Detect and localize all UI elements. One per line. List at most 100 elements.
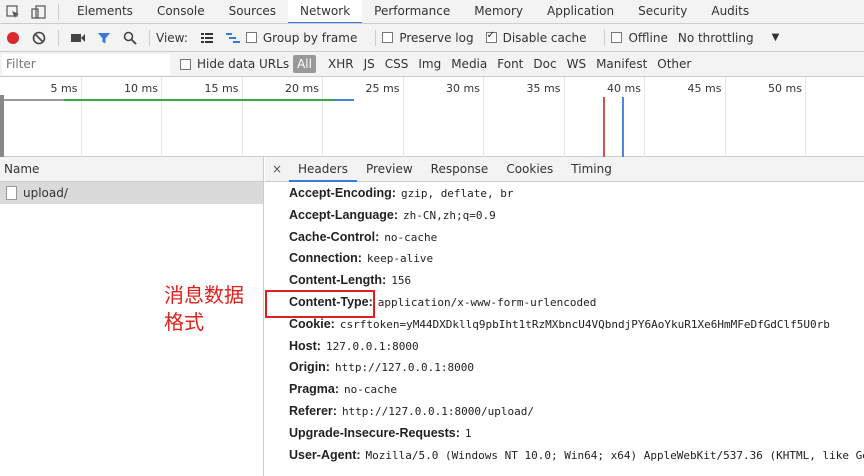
checkbox-box-checked bbox=[485, 30, 497, 43]
header-value: 1 bbox=[464, 426, 472, 440]
timeline-tick-label: 30 ms bbox=[446, 82, 480, 95]
detail-tab-headers[interactable]: Headers bbox=[289, 157, 357, 182]
checkbox-box bbox=[245, 32, 257, 43]
inspect-element-icon[interactable] bbox=[0, 0, 26, 23]
screenshot-camera-icon[interactable] bbox=[65, 26, 91, 50]
header-row: Cookie: csrftoken=yM44DXDkllq9pbIht1tRzMX… bbox=[289, 317, 830, 331]
large-rows-icon[interactable] bbox=[194, 26, 220, 50]
filter-input[interactable] bbox=[2, 53, 170, 75]
close-icon[interactable]: × bbox=[265, 162, 289, 176]
detail-tab-response[interactable]: Response bbox=[422, 157, 498, 182]
header-name: Accept-Language: bbox=[289, 207, 399, 222]
header-value: no-cache bbox=[344, 383, 398, 397]
header-value: 156 bbox=[391, 274, 412, 288]
filter-type-all[interactable]: All bbox=[293, 55, 316, 73]
tab-performance[interactable]: Performance bbox=[362, 0, 462, 23]
overview-drag-handle[interactable] bbox=[0, 95, 4, 157]
offline-label: Offline bbox=[628, 30, 668, 45]
tab-network[interactable]: Network bbox=[288, 0, 363, 23]
waterfall-download-bar bbox=[64, 99, 334, 101]
filter-type-css[interactable]: CSS bbox=[381, 55, 413, 73]
timeline-gridline bbox=[724, 77, 726, 157]
timeline-gridline bbox=[322, 77, 323, 157]
hide-data-urls-checkbox[interactable]: Hide data URLs bbox=[180, 57, 289, 71]
timeline-tick-label: 20 ms bbox=[285, 82, 319, 95]
header-value: application/x-www-form-urlencoded bbox=[377, 296, 597, 309]
device-toolbar-icon[interactable] bbox=[26, 0, 52, 23]
tab-console[interactable]: Console bbox=[145, 0, 217, 23]
detail-tab-cookies[interactable]: Cookies bbox=[497, 157, 562, 182]
checkbox-box bbox=[180, 58, 191, 70]
throttling-select[interactable]: No throttling bbox=[678, 31, 754, 45]
devtools-tab-bar: Elements Console Sources Network Performance… bbox=[0, 0, 864, 24]
filter-type-ws[interactable]: WS bbox=[563, 55, 590, 73]
document-file-icon bbox=[6, 186, 17, 200]
record-icon[interactable] bbox=[0, 26, 26, 50]
timeline-gridline bbox=[483, 77, 484, 157]
header-value: no-cache bbox=[384, 230, 438, 244]
header-name: Cookie: bbox=[289, 316, 335, 331]
resource-type-filters: All XHR JS CSS Img Media Font Doc WS Manifest Othe… bbox=[293, 55, 697, 73]
chevron-down-icon[interactable]: ▼ bbox=[772, 32, 780, 43]
header-row: Origin: http://127.0.0.1:8000 bbox=[289, 360, 474, 374]
timeline-gridline bbox=[402, 77, 404, 157]
tab-audits[interactable]: Audits bbox=[699, 0, 761, 23]
timeline-gridline bbox=[161, 77, 162, 157]
name-column-header[interactable]: Name bbox=[0, 157, 263, 182]
header-row: Connection: keep-alive bbox=[289, 251, 433, 265]
header-name: Host: bbox=[289, 338, 321, 353]
clear-icon[interactable] bbox=[26, 26, 52, 50]
waterfall-overview-icon[interactable] bbox=[220, 26, 246, 50]
header-name: Referer: bbox=[289, 404, 337, 418]
filter-type-media[interactable]: Media bbox=[447, 55, 491, 73]
filter-type-manifest[interactable]: Manifest bbox=[592, 55, 651, 73]
filter-type-font[interactable]: Font bbox=[493, 55, 527, 73]
tab-security[interactable]: Security bbox=[626, 0, 699, 23]
header-name: Content-Length: bbox=[289, 273, 387, 288]
filter-bar: Hide data URLs All XHRJSCSSImgMediaFontDo… bbox=[0, 52, 864, 77]
tab-elements[interactable]: Elements bbox=[65, 0, 145, 23]
offline-checkbox[interactable]: Offline bbox=[611, 30, 668, 45]
waterfall-waiting-bar bbox=[0, 99, 64, 101]
header-row: Referer: http://127.0.0.1:8000/upload/ bbox=[289, 404, 534, 418]
timeline-tick-label: 45 ms bbox=[687, 82, 722, 95]
header-row: Content-Length: 156 bbox=[289, 273, 411, 287]
timeline-tick-label: 35 ms bbox=[526, 82, 561, 95]
detail-tab-list: Headers Preview Response Cookies Timing bbox=[289, 157, 621, 182]
header-row: Pragma: no-cache bbox=[289, 382, 397, 396]
filter-type-other[interactable]: Other bbox=[653, 55, 695, 73]
filter-type-xhr[interactable]: XHR bbox=[324, 55, 358, 73]
search-icon[interactable] bbox=[117, 26, 143, 50]
timeline-gridline bbox=[80, 77, 82, 157]
tab-application[interactable]: Application bbox=[535, 0, 626, 23]
tab-sources[interactable]: Sources bbox=[217, 0, 288, 23]
header-value: csrftoken=yM44DXDkllq9pbIht1tRzMXbncU4VQ… bbox=[339, 317, 830, 331]
header-value: Mozilla/5.0 (Windows NT 10.0; Win64; x64… bbox=[365, 448, 864, 462]
header-row: Accept-Encoding: gzip, deflate, br bbox=[289, 186, 514, 200]
view-label: View: bbox=[156, 30, 188, 45]
preserve-log-checkbox[interactable]: Preserve log bbox=[382, 31, 474, 45]
header-value: 127.0.0.1:8000 bbox=[325, 339, 419, 353]
header-name: User-Agent: bbox=[289, 447, 361, 462]
request-row[interactable]: upload/ bbox=[0, 182, 263, 204]
filter-type-doc[interactable]: Doc bbox=[529, 55, 560, 73]
separator bbox=[58, 3, 59, 20]
timeline-tick-label: 50 ms bbox=[768, 82, 802, 95]
header-row: Accept-Language: zh-CN,zh;q=0.9 bbox=[289, 208, 496, 222]
group-by-frame-checkbox[interactable]: Group by frame bbox=[245, 30, 358, 45]
header-row: Cache-Control: no-cache bbox=[289, 230, 437, 244]
separator bbox=[149, 29, 150, 46]
header-name: Upgrade-Insecure-Requests: bbox=[289, 425, 460, 440]
group-by-frame-label: Group by frame bbox=[262, 30, 358, 45]
detail-tab-preview[interactable]: Preview bbox=[357, 157, 422, 182]
tab-memory[interactable]: Memory bbox=[462, 0, 535, 23]
header-value: gzip, deflate, br bbox=[400, 187, 514, 200]
timeline-tick-label: 15 ms bbox=[204, 82, 239, 95]
detail-tab-timing[interactable]: Timing bbox=[562, 157, 621, 182]
filter-funnel-icon[interactable] bbox=[91, 26, 117, 50]
separator bbox=[375, 29, 377, 46]
filter-type-js[interactable]: JS bbox=[360, 55, 379, 73]
waterfall-content-bar bbox=[334, 99, 354, 101]
disable-cache-checkbox[interactable]: Disable cache bbox=[485, 30, 586, 45]
filter-type-img[interactable]: Img bbox=[414, 55, 445, 73]
